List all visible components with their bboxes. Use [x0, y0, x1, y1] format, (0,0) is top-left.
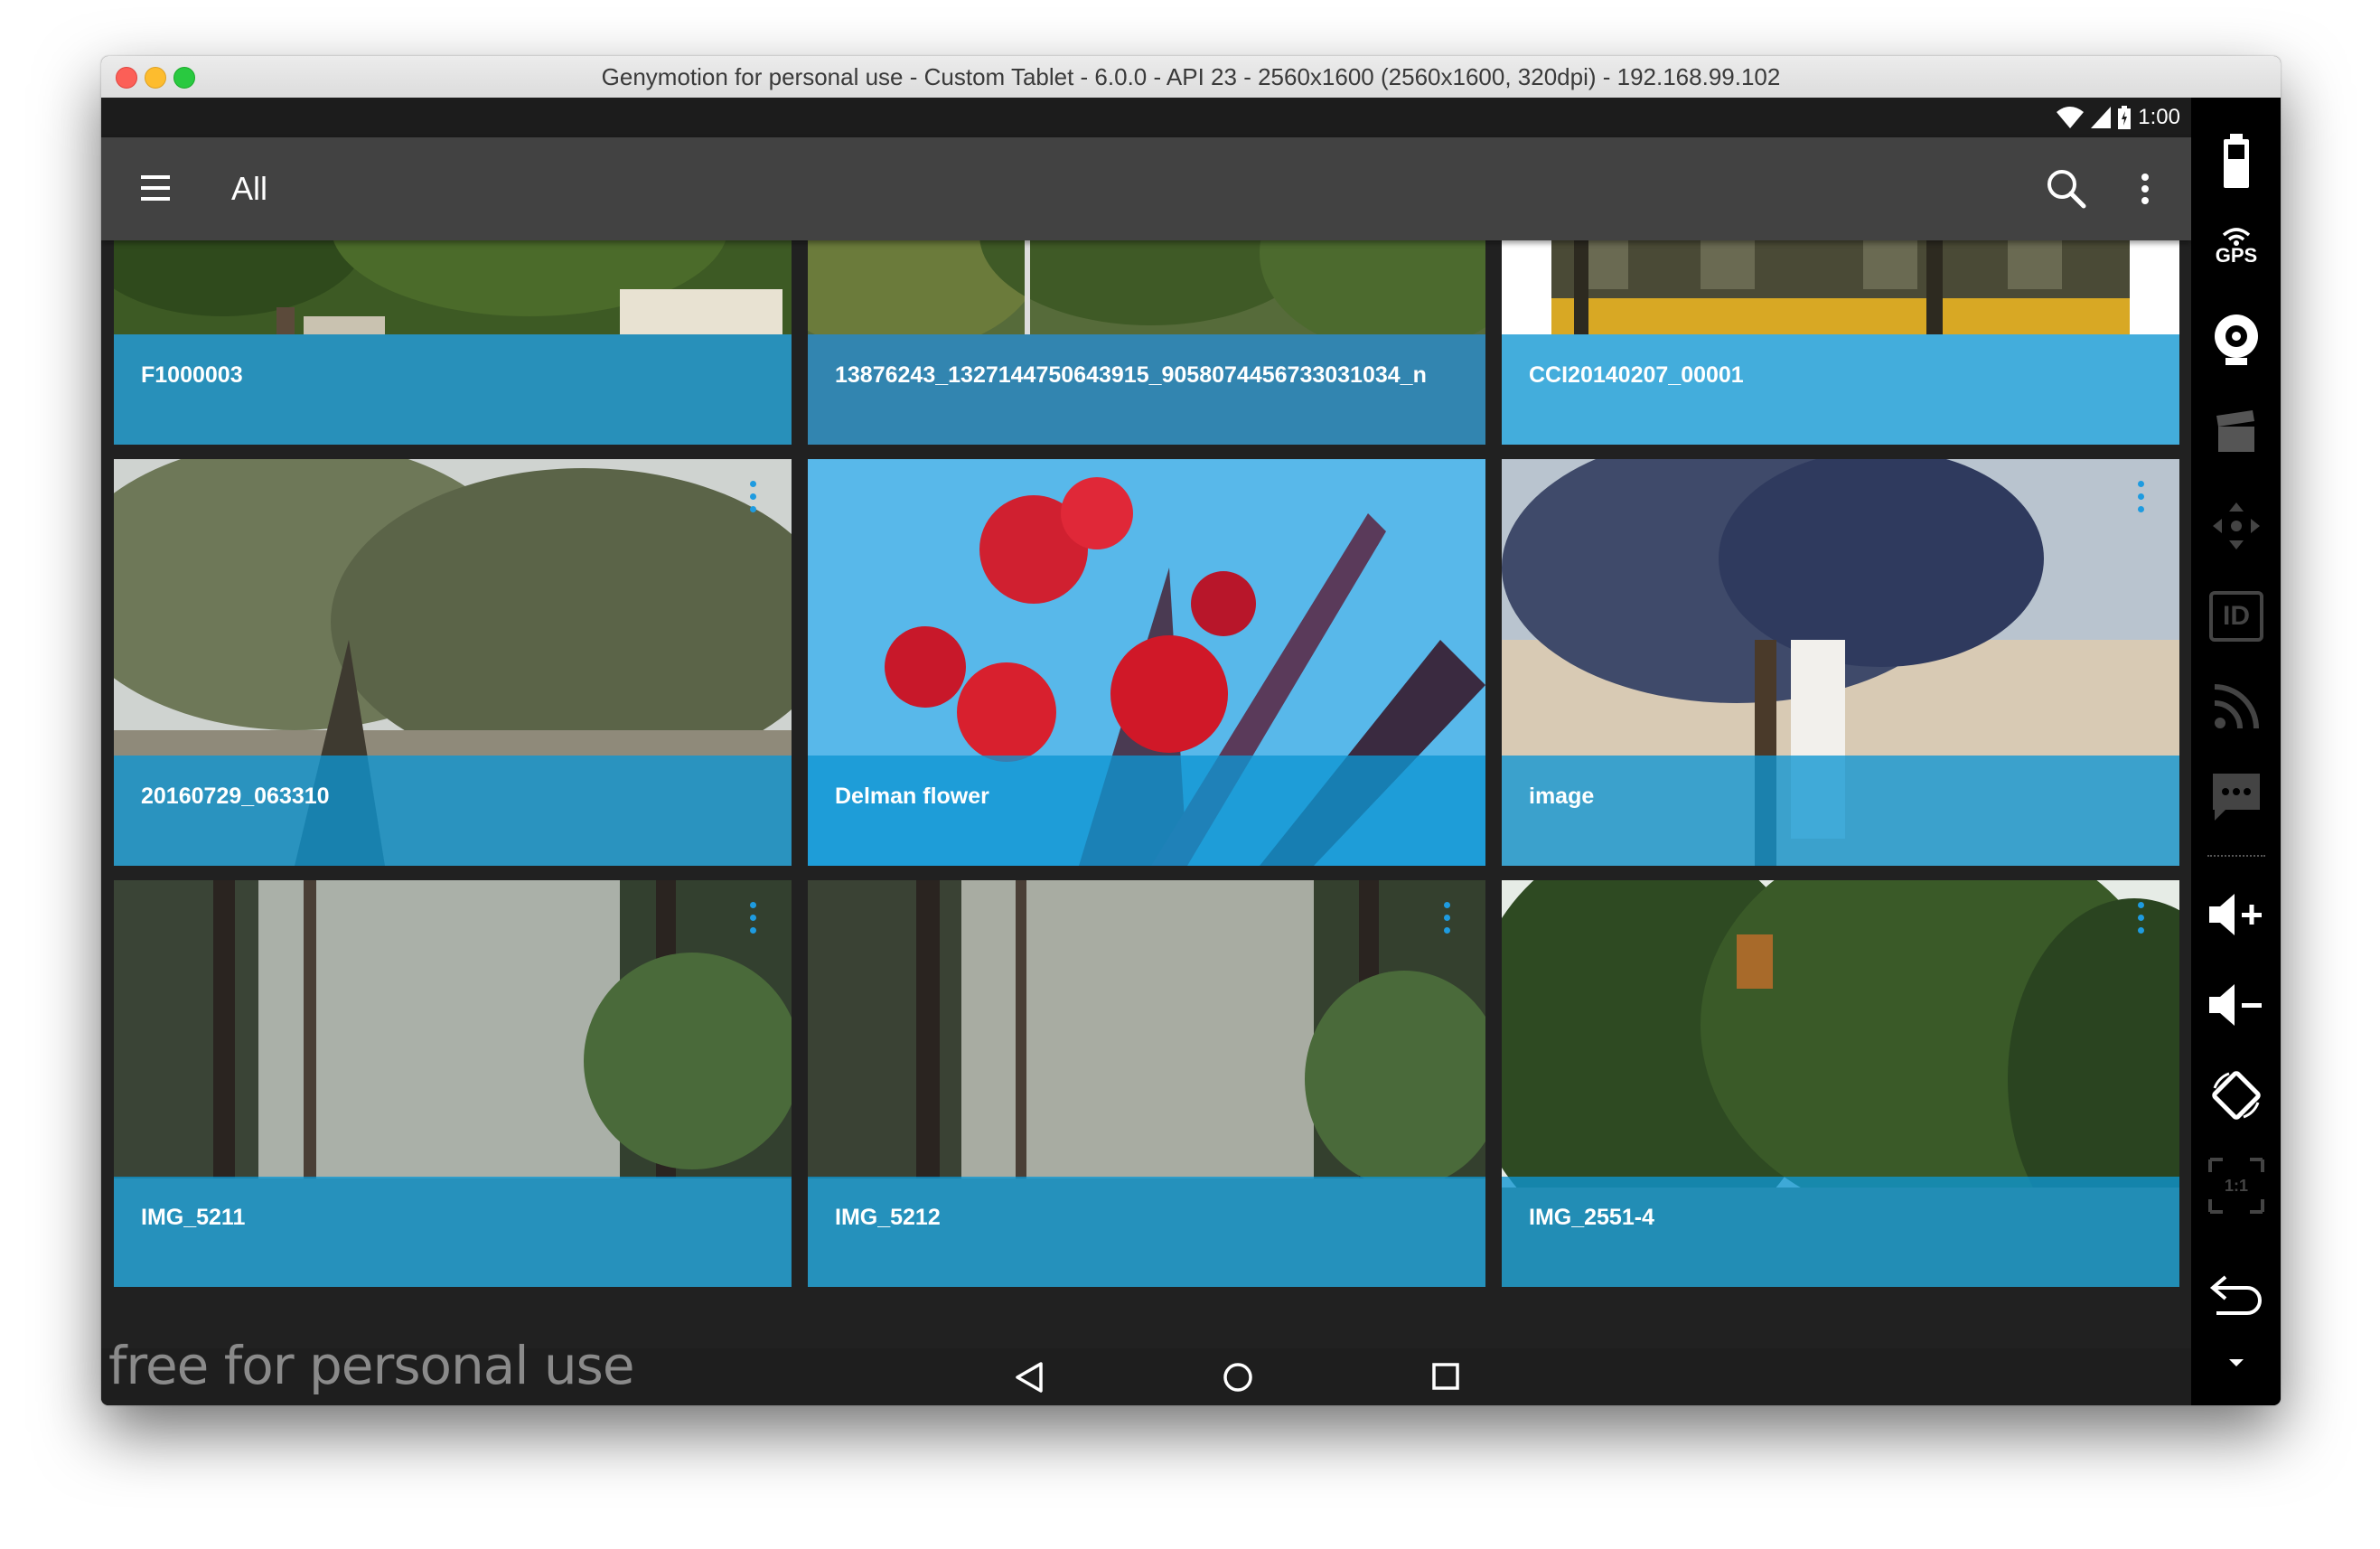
item-title: CCI20140207_00001	[1529, 362, 1744, 388]
more-vert-icon[interactable]	[748, 481, 757, 517]
expand-icon[interactable]	[2206, 1345, 2267, 1381]
item-title: IMG_5211	[141, 1205, 246, 1230]
item-title: IMG_2551-4	[1529, 1205, 1654, 1230]
gallery-item[interactable]: image	[1502, 459, 2179, 866]
item-title: image	[1529, 784, 1595, 809]
item-caption-bar: IMG_5212	[808, 1177, 1485, 1287]
id-icon[interactable]: ID	[2206, 586, 2267, 647]
item-caption-bar: 20160729_063310	[114, 756, 792, 866]
volume-up-icon[interactable]	[2206, 884, 2267, 945]
emulator-window: Genymotion for personal use - Custom Tab…	[101, 56, 2281, 1405]
title-bar[interactable]: Genymotion for personal use - Custom Tab…	[101, 56, 2281, 99]
gallery-item[interactable]: IMG_5211	[114, 880, 792, 1287]
status-bar: 1:00	[101, 98, 2191, 137]
back-icon[interactable]	[1014, 1361, 1045, 1394]
app-bar: All	[101, 137, 2191, 240]
item-caption-bar: image	[1502, 756, 2179, 866]
item-caption-bar: 13876243_1327144750643915_90580744567330…	[808, 334, 1485, 445]
item-title: IMG_5212	[835, 1205, 941, 1230]
item-caption-bar: IMG_2551-4	[1502, 1177, 2179, 1287]
camera-icon[interactable]	[2206, 311, 2267, 372]
battery-icon[interactable]	[2206, 130, 2267, 192]
home-icon[interactable]	[1222, 1361, 1254, 1394]
battery-status-icon	[2118, 106, 2132, 129]
more-vert-icon[interactable]	[2127, 164, 2163, 213]
item-title: F1000003	[141, 362, 243, 388]
item-title: 13876243_1327144750643915_90580744567330…	[835, 362, 1427, 388]
menu-icon[interactable]	[137, 170, 173, 206]
gallery-item[interactable]: 20160729_063310	[114, 459, 792, 866]
gallery-item[interactable]: Delman flower	[808, 459, 1485, 866]
gallery-item[interactable]: IMG_5212	[808, 880, 1485, 1287]
more-vert-icon[interactable]	[2136, 481, 2145, 517]
signal-icon	[2091, 107, 2112, 128]
more-vert-icon[interactable]	[748, 902, 757, 938]
scale-icon[interactable]: 1:1	[2206, 1155, 2267, 1216]
dpad-icon[interactable]	[2206, 495, 2267, 557]
scale-label: 1:1	[2224, 1176, 2248, 1195]
gallery-grid: F1000003 13876243_1327144750643915_90580…	[114, 98, 2179, 1363]
item-caption-bar: F1000003	[114, 334, 792, 445]
capture-icon[interactable]	[2206, 401, 2267, 463]
id-label: ID	[2223, 601, 2250, 631]
recents-icon[interactable]	[1431, 1362, 1460, 1391]
page-title: All	[231, 170, 268, 207]
item-title: 20160729_063310	[141, 784, 330, 809]
window-title: Genymotion for personal use - Custom Tab…	[601, 63, 1781, 90]
search-icon[interactable]	[2042, 164, 2091, 213]
rss-icon[interactable]	[2206, 676, 2267, 737]
volume-down-icon[interactable]	[2206, 974, 2267, 1036]
watermark-text: free for personal use	[108, 1335, 635, 1396]
rotate-icon[interactable]	[2206, 1065, 2267, 1126]
item-caption-bar: CCI20140207_00001	[1502, 334, 2179, 445]
wifi-icon	[2057, 107, 2085, 128]
gps-label: GPS	[2215, 244, 2258, 267]
toolbar-divider	[2207, 855, 2265, 859]
status-time: 1:00	[2138, 105, 2180, 129]
gallery-item[interactable]: IMG_2551-4	[1502, 880, 2179, 1287]
item-title: Delman flower	[835, 784, 989, 809]
more-vert-icon[interactable]	[2136, 902, 2145, 938]
more-vert-icon[interactable]	[1442, 902, 1451, 938]
device-screen[interactable]: F1000003 13876243_1327144750643915_90580…	[101, 98, 2191, 1405]
back-arrow-icon[interactable]	[2206, 1263, 2267, 1325]
item-caption-bar: Delman flower	[808, 756, 1485, 866]
item-caption-bar: IMG_5211	[114, 1177, 792, 1287]
sms-icon[interactable]	[2206, 766, 2267, 828]
emulator-toolbar: GPS ID 1:1	[2191, 98, 2281, 1405]
gps-icon[interactable]: GPS	[2206, 215, 2267, 277]
